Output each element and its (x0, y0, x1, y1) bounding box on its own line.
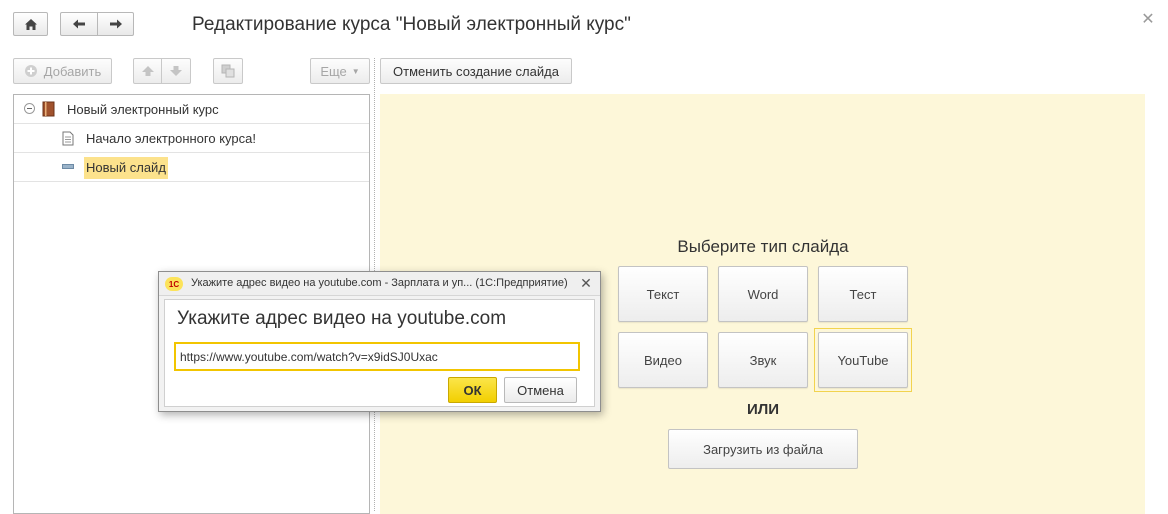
document-icon (62, 131, 74, 146)
arrow-up-icon (141, 66, 154, 76)
arrow-right-icon (109, 19, 122, 29)
chevron-down-icon: ▼ (351, 66, 360, 76)
youtube-url-input[interactable] (174, 342, 580, 371)
tree-item-label: Начало электронного курса! (86, 131, 256, 146)
copy-button[interactable] (213, 58, 243, 84)
slide-type-word-button[interactable]: Word (718, 266, 808, 322)
add-button[interactable]: Добавить (13, 58, 112, 84)
tree-item-course[interactable]: Новый электронный курс (14, 95, 369, 124)
close-icon[interactable]: ✕ (1140, 12, 1156, 28)
slide-icon (62, 164, 74, 169)
slide-type-video-button[interactable]: Видео (618, 332, 708, 388)
arrow-down-icon (170, 66, 182, 76)
tree-item-label: Новый электронный курс (67, 102, 219, 117)
dialog-close-icon[interactable]: ✕ (578, 275, 594, 291)
dialog-heading: Укажите адрес видео на youtube.com (177, 308, 507, 329)
tree-item-label: Новый слайд (84, 157, 168, 179)
more-button-label: Еще (320, 63, 347, 79)
move-down-button[interactable] (161, 58, 191, 84)
dialog-titlebar[interactable]: 1С Укажите адрес видео на youtube.com - … (159, 272, 600, 296)
page-title: Редактирование курса "Новый электронный … (192, 14, 631, 35)
move-up-button[interactable] (133, 58, 162, 84)
cancel-button[interactable]: Отмена (504, 377, 577, 403)
slide-type-test-button[interactable]: Тест (818, 266, 908, 322)
copy-icon (221, 64, 235, 78)
youtube-url-dialog: 1С Укажите адрес видео на youtube.com - … (158, 271, 601, 412)
book-icon (42, 101, 55, 117)
tree-item-intro[interactable]: Начало электронного курса! (14, 124, 369, 153)
cancel-slide-creation-label: Отменить создание слайда (393, 63, 559, 79)
more-button[interactable]: Еще ▼ (310, 58, 370, 84)
plus-circle-icon (24, 65, 37, 77)
slide-type-text-button[interactable]: Текст (618, 266, 708, 322)
home-icon (24, 18, 37, 30)
slide-type-audio-button[interactable]: Звук (718, 332, 808, 388)
slide-type-title: Выберите тип слайда (677, 237, 849, 256)
dialog-body: Укажите адрес видео на youtube.com ОК От… (164, 299, 595, 407)
1c-logo-icon: 1С (165, 277, 183, 291)
add-button-label: Добавить (43, 63, 102, 79)
ok-button[interactable]: ОК (448, 377, 497, 403)
back-button[interactable] (60, 12, 98, 36)
or-label: ИЛИ (746, 401, 780, 418)
dialog-title: Укажите адрес видео на youtube.com - Зар… (191, 277, 568, 289)
collapse-icon[interactable] (24, 103, 35, 114)
slide-type-youtube-button[interactable]: YouTube (818, 332, 908, 388)
arrow-left-icon (73, 19, 85, 29)
tree-item-new-slide[interactable]: Новый слайд (14, 153, 369, 182)
forward-button[interactable] (97, 12, 134, 36)
cancel-slide-creation-button[interactable]: Отменить создание слайда (380, 58, 572, 84)
home-button[interactable] (13, 12, 48, 36)
upload-from-file-button[interactable]: Загрузить из файла (668, 429, 858, 469)
